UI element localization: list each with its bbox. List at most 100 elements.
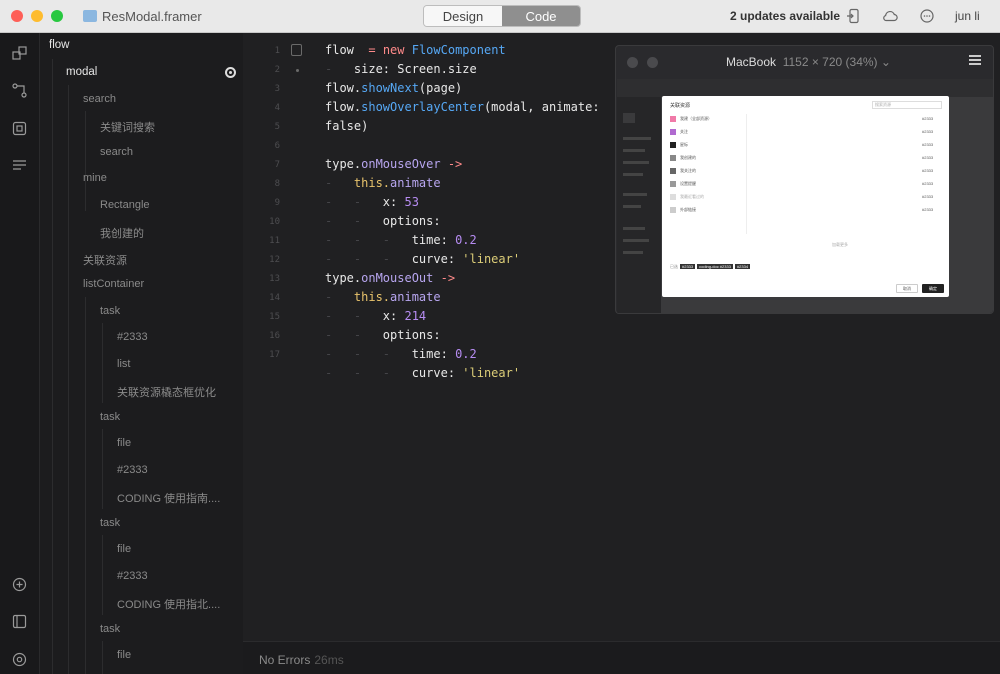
device-sidebar: [617, 97, 661, 313]
code-line[interactable]: - - options:: [325, 214, 441, 228]
tree-node-search-child[interactable]: search: [100, 146, 133, 168]
target-icon[interactable]: [225, 67, 236, 78]
panel-toggle-icon[interactable]: [11, 613, 28, 630]
tree-node-id[interactable]: #2333: [117, 331, 148, 353]
code-line[interactable]: false): [325, 119, 368, 133]
tree-node-search[interactable]: search: [83, 93, 116, 115]
device-browser-bar: [617, 79, 993, 97]
code-line[interactable]: - - - curve: 'linear': [325, 366, 520, 380]
tree-node-file[interactable]: file: [117, 437, 131, 459]
modal-right-item[interactable]: #2333: [922, 207, 933, 217]
modal-right-item[interactable]: #2333: [922, 194, 933, 204]
modal-left-item[interactable]: 我创建的: [670, 155, 696, 165]
tree-node-related[interactable]: 关联资源: [83, 252, 127, 274]
modal-left-item[interactable]: 我关注的: [670, 168, 696, 178]
modal-right-item[interactable]: #2333: [922, 181, 933, 191]
related-resource-modal: 关联资源 搜索资源 我建（全部资源） 关注 星标 我创建的 我关注的 设置提醒 …: [662, 96, 949, 297]
device-selector[interactable]: MacBook 1152 × 720 (34%) ⌄: [726, 55, 891, 69]
line-number: 1: [274, 46, 280, 56]
comment-icon[interactable]: [919, 8, 935, 24]
code-line[interactable]: - this.animate: [325, 290, 441, 304]
add-circle-icon[interactable]: [11, 576, 28, 593]
code-line[interactable]: - - - curve: 'linear': [325, 252, 520, 266]
cloud-icon[interactable]: [882, 8, 898, 24]
tree-node-file[interactable]: file: [117, 543, 131, 565]
code-line[interactable]: flow.showOverlayCenter(modal, animate:: [325, 100, 600, 114]
code-line[interactable]: - size: Screen.size: [325, 62, 477, 76]
modal-left-item[interactable]: 我建（全部资源）: [670, 116, 712, 126]
modal-right-item[interactable]: #2333: [922, 155, 933, 165]
modal-left-item[interactable]: 我最近看过的: [670, 194, 704, 204]
modal-left-item[interactable]: 外部链接: [670, 207, 696, 217]
tab-design[interactable]: Design: [424, 6, 502, 26]
modal-left-item[interactable]: 设置提醒: [670, 181, 696, 191]
tree-node-task[interactable]: task: [100, 623, 120, 645]
code-lines-icon[interactable]: [11, 157, 28, 174]
code-line[interactable]: type.onMouseOut ->: [325, 271, 455, 285]
line-number: 8: [274, 179, 280, 189]
tab-code[interactable]: Code: [502, 6, 580, 26]
layer-tree: flow modal search 关键词搜索 search mine Rect…: [40, 33, 243, 674]
selected-tag[interactable]: #2334: [734, 264, 751, 269]
code-line[interactable]: - - options:: [325, 328, 441, 342]
tree-guide: [102, 429, 103, 509]
modal-right-item[interactable]: #2333: [922, 168, 933, 178]
tree-node-created[interactable]: 我创建的: [100, 225, 144, 247]
tree-node-task[interactable]: task: [100, 517, 120, 539]
tree-node-modal[interactable]: modal: [66, 66, 97, 88]
updates-available-link[interactable]: 2 updates available: [730, 9, 840, 23]
tree-node-flow[interactable]: flow: [49, 39, 69, 61]
code-line[interactable]: - - x: 53: [325, 195, 419, 209]
mirror-device-icon[interactable]: [846, 8, 862, 24]
preview-dot[interactable]: [627, 57, 638, 68]
close-window-button[interactable]: [11, 10, 23, 22]
document-icon[interactable]: [291, 44, 302, 56]
help-circle-icon[interactable]: [11, 651, 28, 668]
tree-node-task[interactable]: task: [100, 411, 120, 433]
modal-left-item[interactable]: 星标: [670, 142, 688, 152]
tree-node-rectangle[interactable]: Rectangle: [100, 199, 150, 221]
modal-right-item[interactable]: #2333: [922, 142, 933, 152]
code-line[interactable]: flow.showNext(page): [325, 81, 462, 95]
tree-node-id[interactable]: #2333: [117, 570, 148, 592]
code-line[interactable]: - this.animate: [325, 176, 441, 190]
flow-nodes-icon[interactable]: [11, 82, 28, 99]
tree-node-search-keyword[interactable]: 关键词搜索: [100, 119, 155, 141]
layers-link-icon[interactable]: [11, 45, 28, 62]
modal-search-input[interactable]: 搜索资源: [872, 101, 942, 109]
line-number: 9: [274, 198, 280, 208]
tree-node-list[interactable]: list: [117, 358, 130, 380]
tree-node-id[interactable]: #2333: [117, 464, 148, 486]
zoom-window-button[interactable]: [51, 10, 63, 22]
tree-node-list-container[interactable]: listContainer: [83, 278, 144, 300]
menu-icon[interactable]: [969, 55, 981, 65]
tree-node-guide[interactable]: CODING 使用指北....: [117, 596, 220, 618]
line-number: 11: [269, 236, 280, 246]
load-more-link[interactable]: 加载更多: [832, 242, 848, 252]
tree-node-task[interactable]: task: [100, 305, 120, 327]
tree-node-file[interactable]: file: [117, 649, 131, 671]
frame-icon[interactable]: [11, 120, 28, 137]
cancel-button[interactable]: 取消: [896, 284, 918, 293]
code-line[interactable]: - - x: 214: [325, 309, 426, 323]
modal-left-item[interactable]: 关注: [670, 129, 688, 139]
modal-divider: [746, 114, 747, 234]
preview-dot[interactable]: [647, 57, 658, 68]
code-line[interactable]: flow = new FlowComponent: [325, 43, 506, 57]
modal-right-item[interactable]: #2333: [922, 129, 933, 139]
device-preview[interactable]: MacBook 1152 × 720 (34%) ⌄ 关联资源 搜索资源 我建（…: [615, 45, 994, 314]
modal-right-item[interactable]: #2333: [922, 116, 933, 126]
code-line[interactable]: type.onMouseOver ->: [325, 157, 462, 171]
user-name[interactable]: jun li: [955, 9, 980, 23]
line-number: 14: [269, 293, 280, 303]
selected-tag[interactable]: #2333: [680, 264, 696, 269]
confirm-button[interactable]: 确定: [922, 284, 944, 293]
tree-node-optimize[interactable]: 关联资源橇态框优化: [117, 384, 216, 406]
code-line[interactable]: - - - time: 0.2: [325, 347, 477, 361]
code-line[interactable]: - - - time: 0.2: [325, 233, 477, 247]
tree-guide: [52, 59, 53, 674]
minimize-window-button[interactable]: [31, 10, 43, 22]
selected-tag[interactable]: coding-doc #2333: [697, 264, 733, 269]
tree-node-guide[interactable]: CODING 使用指南....: [117, 490, 220, 512]
tree-node-mine[interactable]: mine: [83, 172, 107, 194]
